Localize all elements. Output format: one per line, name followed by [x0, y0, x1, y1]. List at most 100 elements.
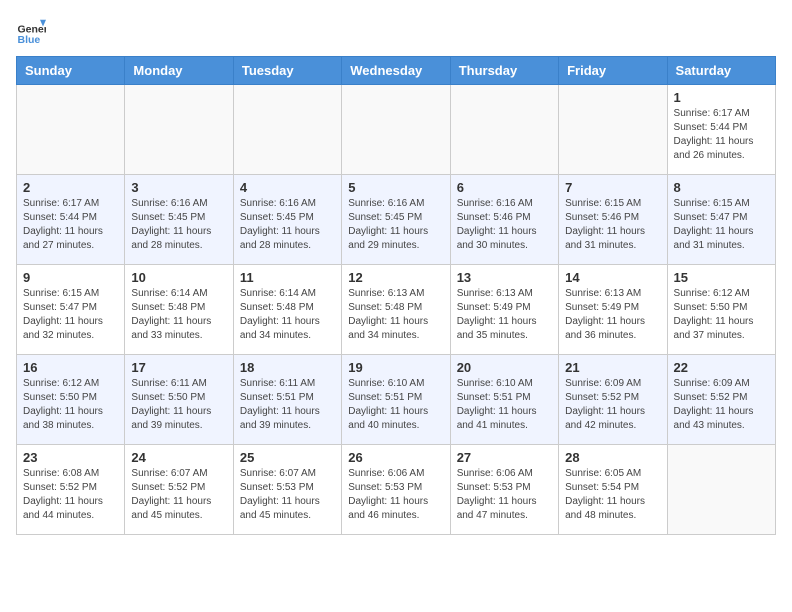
weekday-header: Wednesday	[342, 57, 450, 85]
day-number: 1	[674, 90, 769, 105]
day-number: 10	[131, 270, 226, 285]
day-info: Sunrise: 6:10 AM Sunset: 5:51 PM Dayligh…	[348, 377, 443, 433]
calendar-cell: 3 Sunrise: 6:16 AM Sunset: 5:45 PM Daylig…	[125, 175, 233, 265]
svg-text:Blue: Blue	[18, 34, 41, 46]
day-info: Sunrise: 6:10 AM Sunset: 5:51 PM Dayligh…	[457, 377, 552, 433]
calendar-cell: 2 Sunrise: 6:17 AM Sunset: 5:44 PM Daylig…	[17, 175, 125, 265]
calendar-week-row: 2 Sunrise: 6:17 AM Sunset: 5:44 PM Daylig…	[17, 175, 776, 265]
calendar-week-row: 9 Sunrise: 6:15 AM Sunset: 5:47 PM Daylig…	[17, 265, 776, 355]
day-info: Sunrise: 6:13 AM Sunset: 5:49 PM Dayligh…	[457, 287, 552, 343]
calendar-cell	[125, 85, 233, 175]
logo-icon: General Blue	[16, 16, 46, 46]
calendar-cell	[342, 85, 450, 175]
calendar-cell: 26 Sunrise: 6:06 AM Sunset: 5:53 PM Dayli…	[342, 445, 450, 535]
day-number: 28	[565, 450, 660, 465]
day-number: 12	[348, 270, 443, 285]
day-info: Sunrise: 6:08 AM Sunset: 5:52 PM Dayligh…	[23, 467, 118, 523]
day-info: Sunrise: 6:17 AM Sunset: 5:44 PM Dayligh…	[23, 197, 118, 253]
calendar-cell: 9 Sunrise: 6:15 AM Sunset: 5:47 PM Daylig…	[17, 265, 125, 355]
day-number: 21	[565, 360, 660, 375]
day-number: 25	[240, 450, 335, 465]
calendar-cell: 5 Sunrise: 6:16 AM Sunset: 5:45 PM Daylig…	[342, 175, 450, 265]
calendar-cell: 8 Sunrise: 6:15 AM Sunset: 5:47 PM Daylig…	[667, 175, 775, 265]
calendar-cell: 10 Sunrise: 6:14 AM Sunset: 5:48 PM Dayli…	[125, 265, 233, 355]
day-number: 24	[131, 450, 226, 465]
calendar-cell	[17, 85, 125, 175]
day-number: 27	[457, 450, 552, 465]
day-info: Sunrise: 6:06 AM Sunset: 5:53 PM Dayligh…	[457, 467, 552, 523]
day-number: 16	[23, 360, 118, 375]
day-info: Sunrise: 6:15 AM Sunset: 5:46 PM Dayligh…	[565, 197, 660, 253]
calendar-cell: 28 Sunrise: 6:05 AM Sunset: 5:54 PM Dayli…	[559, 445, 667, 535]
day-number: 7	[565, 180, 660, 195]
day-info: Sunrise: 6:15 AM Sunset: 5:47 PM Dayligh…	[23, 287, 118, 343]
day-number: 5	[348, 180, 443, 195]
calendar-cell: 23 Sunrise: 6:08 AM Sunset: 5:52 PM Dayli…	[17, 445, 125, 535]
day-number: 14	[565, 270, 660, 285]
day-info: Sunrise: 6:15 AM Sunset: 5:47 PM Dayligh…	[674, 197, 769, 253]
day-number: 20	[457, 360, 552, 375]
day-number: 8	[674, 180, 769, 195]
day-number: 4	[240, 180, 335, 195]
day-info: Sunrise: 6:16 AM Sunset: 5:45 PM Dayligh…	[348, 197, 443, 253]
day-number: 2	[23, 180, 118, 195]
day-number: 26	[348, 450, 443, 465]
calendar-cell: 15 Sunrise: 6:12 AM Sunset: 5:50 PM Dayli…	[667, 265, 775, 355]
calendar-cell: 14Sunrise: 6:13 AM Sunset: 5:49 PM Dayli…	[559, 265, 667, 355]
day-number: 9	[23, 270, 118, 285]
day-number: 19	[348, 360, 443, 375]
day-info: Sunrise: 6:13 AM Sunset: 5:48 PM Dayligh…	[348, 287, 443, 343]
day-info: Sunrise: 6:06 AM Sunset: 5:53 PM Dayligh…	[348, 467, 443, 523]
calendar-cell	[233, 85, 341, 175]
calendar-cell: 7 Sunrise: 6:15 AM Sunset: 5:46 PM Daylig…	[559, 175, 667, 265]
page-header: General Blue	[16, 16, 776, 46]
day-info: Sunrise: 6:09 AM Sunset: 5:52 PM Dayligh…	[674, 377, 769, 433]
day-info: Sunrise: 6:09 AM Sunset: 5:52 PM Dayligh…	[565, 377, 660, 433]
calendar-cell: 20 Sunrise: 6:10 AM Sunset: 5:51 PM Dayli…	[450, 355, 558, 445]
day-info: Sunrise: 6:12 AM Sunset: 5:50 PM Dayligh…	[23, 377, 118, 433]
calendar-cell: 16 Sunrise: 6:12 AM Sunset: 5:50 PM Dayli…	[17, 355, 125, 445]
calendar-cell: 22 Sunrise: 6:09 AM Sunset: 5:52 PM Dayli…	[667, 355, 775, 445]
calendar-cell: 27 Sunrise: 6:06 AM Sunset: 5:53 PM Dayli…	[450, 445, 558, 535]
calendar-cell: 13 Sunrise: 6:13 AM Sunset: 5:49 PM Dayli…	[450, 265, 558, 355]
day-info: Sunrise: 6:14 AM Sunset: 5:48 PM Dayligh…	[240, 287, 335, 343]
day-info: Sunrise: 6:16 AM Sunset: 5:46 PM Dayligh…	[457, 197, 552, 253]
calendar-cell: 21 Sunrise: 6:09 AM Sunset: 5:52 PM Dayli…	[559, 355, 667, 445]
calendar-cell: 18 Sunrise: 6:11 AM Sunset: 5:51 PM Dayli…	[233, 355, 341, 445]
calendar-cell: 17 Sunrise: 6:11 AM Sunset: 5:50 PM Dayli…	[125, 355, 233, 445]
calendar-week-row: 23 Sunrise: 6:08 AM Sunset: 5:52 PM Dayli…	[17, 445, 776, 535]
weekday-header: Tuesday	[233, 57, 341, 85]
day-info: Sunrise: 6:11 AM Sunset: 5:50 PM Dayligh…	[131, 377, 226, 433]
day-number: 15	[674, 270, 769, 285]
weekday-header: Monday	[125, 57, 233, 85]
day-info: Sunrise: 6:14 AM Sunset: 5:48 PM Dayligh…	[131, 287, 226, 343]
calendar-header-row: SundayMondayTuesdayWednesdayThursdayFrid…	[17, 57, 776, 85]
day-info: Sunrise: 6:16 AM Sunset: 5:45 PM Dayligh…	[131, 197, 226, 253]
calendar-table: SundayMondayTuesdayWednesdayThursdayFrid…	[16, 56, 776, 535]
day-info: Sunrise: 6:07 AM Sunset: 5:53 PM Dayligh…	[240, 467, 335, 523]
day-number: 18	[240, 360, 335, 375]
day-number: 17	[131, 360, 226, 375]
weekday-header: Sunday	[17, 57, 125, 85]
day-number: 11	[240, 270, 335, 285]
day-info: Sunrise: 6:12 AM Sunset: 5:50 PM Dayligh…	[674, 287, 769, 343]
weekday-header: Saturday	[667, 57, 775, 85]
day-number: 22	[674, 360, 769, 375]
day-number: 23	[23, 450, 118, 465]
calendar-cell: 24 Sunrise: 6:07 AM Sunset: 5:52 PM Dayli…	[125, 445, 233, 535]
day-number: 3	[131, 180, 226, 195]
day-info: Sunrise: 6:11 AM Sunset: 5:51 PM Dayligh…	[240, 377, 335, 433]
calendar-cell	[559, 85, 667, 175]
weekday-header: Thursday	[450, 57, 558, 85]
day-number: 6	[457, 180, 552, 195]
calendar-cell: 4Sunrise: 6:16 AM Sunset: 5:45 PM Daylig…	[233, 175, 341, 265]
calendar-week-row: 1Sunrise: 6:17 AM Sunset: 5:44 PM Daylig…	[17, 85, 776, 175]
day-info: Sunrise: 6:05 AM Sunset: 5:54 PM Dayligh…	[565, 467, 660, 523]
day-info: Sunrise: 6:07 AM Sunset: 5:52 PM Dayligh…	[131, 467, 226, 523]
logo: General Blue	[16, 16, 50, 46]
calendar-cell: 11 Sunrise: 6:14 AM Sunset: 5:48 PM Dayli…	[233, 265, 341, 355]
day-number: 13	[457, 270, 552, 285]
weekday-header: Friday	[559, 57, 667, 85]
calendar-cell: 1Sunrise: 6:17 AM Sunset: 5:44 PM Daylig…	[667, 85, 775, 175]
calendar-cell	[450, 85, 558, 175]
